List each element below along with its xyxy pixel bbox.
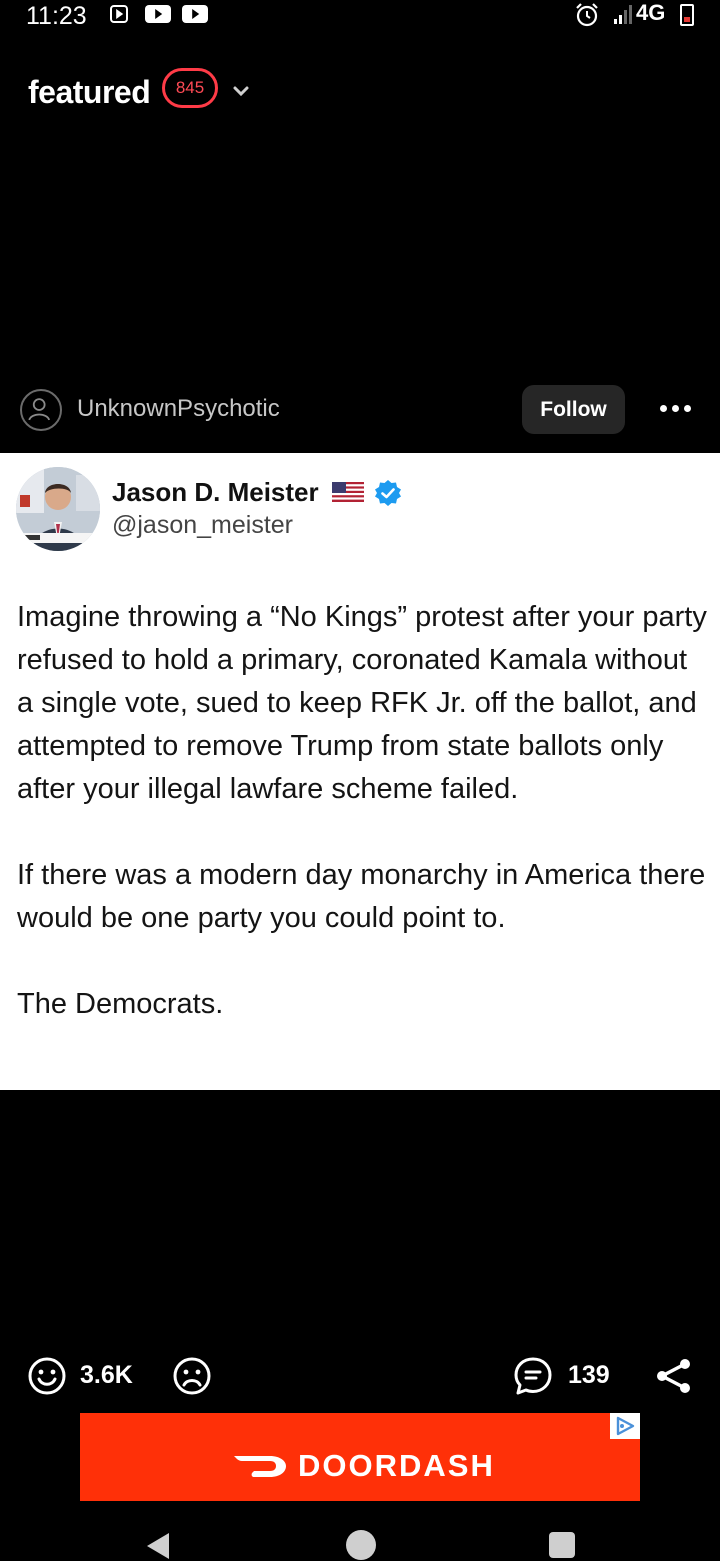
comment-icon[interactable] [513, 1356, 553, 1396]
home-nav-button[interactable] [346, 1530, 376, 1560]
tweet-body: Imagine throwing a “No Kings” protest af… [17, 596, 707, 1069]
network-type: 4G [636, 0, 666, 25]
smiley-upvote-icon[interactable] [27, 1356, 67, 1396]
tweet-author-avatar [16, 467, 100, 551]
post-author-username[interactable]: UnknownPsychotic [77, 395, 280, 423]
user-avatar-icon[interactable] [20, 389, 62, 431]
media-icon [110, 5, 128, 23]
ad-brand-text: DOORDASH [298, 1448, 495, 1483]
tweet-paragraph: If there was a modern day monarchy in Am… [17, 859, 706, 934]
recents-nav-button[interactable] [549, 1532, 575, 1558]
upvote-count: 3.6K [80, 1361, 133, 1389]
youtube-icon [145, 5, 171, 23]
signal-icon [614, 5, 632, 24]
doordash-logo-icon [234, 1456, 286, 1477]
more-options-icon[interactable] [660, 398, 696, 418]
post-count-badge: 845 [162, 68, 218, 108]
follow-button[interactable]: Follow [522, 385, 625, 434]
us-flag-icon [332, 482, 364, 502]
alarm-icon [576, 3, 598, 27]
tweet-paragraph: Imagine throwing a “No Kings” protest af… [17, 601, 707, 805]
verified-badge-icon [375, 480, 401, 506]
tweet-screenshot-image[interactable]: Jason D. Meister @jason_meister Imagine … [0, 453, 720, 1090]
ad-choices-icon[interactable] [610, 1413, 640, 1439]
frown-downvote-icon[interactable] [172, 1356, 212, 1396]
comment-count: 139 [568, 1361, 610, 1389]
share-icon[interactable] [654, 1356, 694, 1396]
tweet-paragraph: The Democrats. [17, 988, 224, 1020]
chevron-down-icon[interactable] [232, 84, 250, 98]
back-nav-icon[interactable] [145, 1531, 171, 1561]
feed-title[interactable]: featured [28, 74, 151, 111]
youtube-icon [182, 5, 208, 23]
status-time: 11:23 [26, 2, 87, 30]
battery-icon [680, 4, 694, 26]
tweet-author-name: Jason D. Meister [112, 477, 319, 507]
tweet-author-handle: @jason_meister [112, 511, 294, 539]
